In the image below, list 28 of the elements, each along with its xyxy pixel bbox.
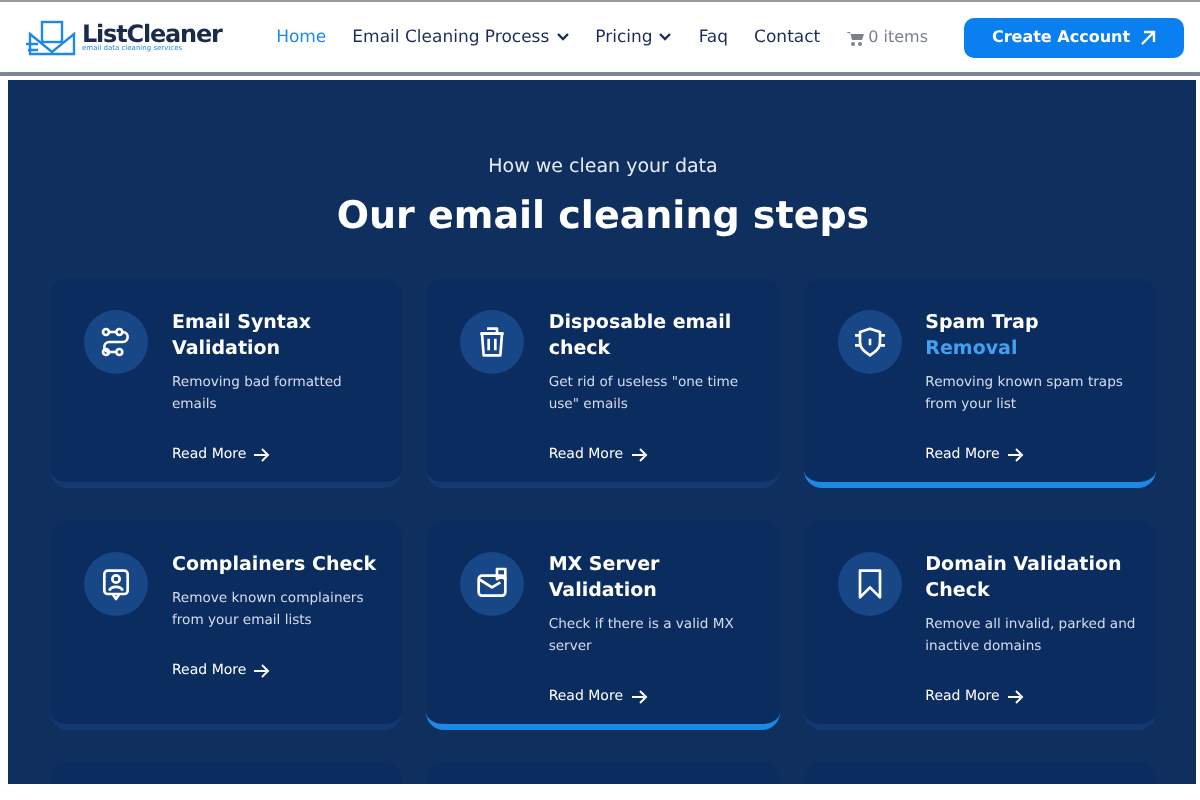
card-title: Email Syntax Validation [172,310,313,362]
card-title: Spam Trap Removal [925,310,1041,362]
card-title: MX Server Validation [548,552,662,604]
nav-link[interactable]: Faq [698,27,729,47]
arrow-right-icon [1007,447,1024,461]
section-heading: Our email cleaning steps [334,194,872,238]
cart-icon[interactable] [846,29,865,45]
nav-link[interactable]: Email Cleaning Process [352,27,570,47]
cart-count[interactable]: 0 items [868,28,928,46]
arrow-right-icon [631,447,647,461]
nav-link[interactable]: Home [276,27,327,47]
nav-link[interactable]: Contact [754,27,821,47]
nav-link[interactable]: Pricing [595,27,673,47]
card-title: Complainers Check [172,552,379,578]
chevron-down-icon [555,31,570,41]
arrow-up-right-icon [1140,29,1157,45]
logo-name[interactable]: ListCleaner [82,21,222,46]
chevron-down-icon [658,31,673,41]
shield-icon [849,322,890,362]
arrow-right-icon [254,447,271,461]
arrow-right-icon [1007,689,1024,703]
section-eyebrow: How we clean your data [486,156,720,178]
arrow-right-icon [631,689,647,703]
card-title: Domain Validation Check [925,552,1124,604]
arrow-right-icon [254,663,271,677]
create-account-button[interactable]: Create Account [964,17,1184,57]
card-title: Disposable email check [548,310,734,362]
logo-icon [24,19,76,55]
